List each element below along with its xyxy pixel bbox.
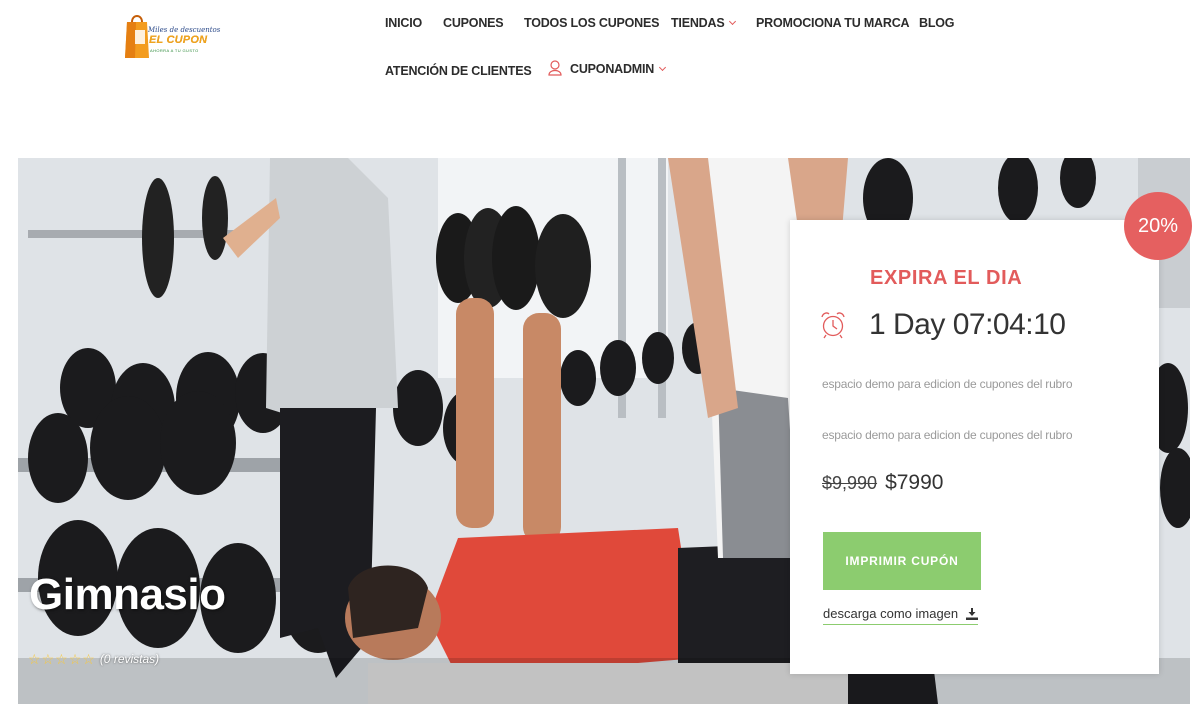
nav-item-cuponadmin-label: CUPONADMIN [570, 62, 655, 76]
nav-item-tiendas[interactable]: TIENDAS [671, 16, 737, 30]
download-link-label: descarga como imagen [823, 606, 959, 621]
download-image-link[interactable]: descarga como imagen [823, 606, 979, 625]
countdown: 1 Day 07:04:10 [820, 308, 1066, 342]
alarm-clock-icon [821, 312, 845, 339]
price: $9,990 $7990 [822, 471, 943, 495]
main-nav: INICIO CUPONES TODOS LOS CUPONES TIENDAS… [0, 0, 1198, 100]
chevron-down-icon [729, 17, 737, 26]
nav-item-atencion-de-clientes[interactable]: ATENCIÓN DE CLIENTES [385, 64, 532, 78]
star-icon[interactable]: ☆ [55, 652, 68, 666]
star-rating[interactable]: ☆ ☆ ☆ ☆ ☆ (0 revistas) [28, 652, 159, 666]
coupon-card: EXPIRA EL DIA 1 Day 07:04:10 espacio dem… [790, 220, 1159, 674]
expires-label: EXPIRA EL DIA [870, 267, 1023, 289]
print-coupon-button[interactable]: IMPRIMIR CUPÓN [823, 532, 981, 590]
nav-item-cuponadmin[interactable]: CUPONADMIN [548, 60, 667, 76]
star-icon[interactable]: ☆ [82, 652, 95, 666]
discount-badge: 20% [1124, 192, 1192, 260]
nav-item-tiendas-label: TIENDAS [671, 16, 725, 30]
nav-item-todos-los-cupones[interactable]: TODOS LOS CUPONES [524, 16, 659, 30]
coupon-description-secondary: espacio demo para edicion de cupones del… [822, 428, 1073, 442]
star-icon[interactable]: ☆ [28, 652, 41, 666]
reviews-count: (0 revistas) [99, 652, 160, 666]
download-icon [966, 607, 979, 620]
nav-item-blog[interactable]: BLOG [919, 16, 955, 30]
user-icon [548, 60, 562, 76]
new-price: $7990 [885, 471, 944, 494]
star-icon[interactable]: ☆ [69, 652, 82, 666]
nav-item-promociona-tu-marca[interactable]: PROMOCIONA TU MARCA [756, 16, 910, 30]
nav-item-inicio[interactable]: INICIO [385, 16, 422, 30]
chevron-down-icon [659, 63, 667, 72]
hero-title: Gimnasio [29, 570, 226, 619]
old-price: $9,990 [822, 473, 878, 493]
nav-item-cupones[interactable]: CUPONES [443, 16, 504, 30]
countdown-timer: 1 Day 07:04:10 [869, 308, 1066, 341]
star-icon[interactable]: ☆ [42, 652, 55, 666]
coupon-description: espacio demo para edicion de cupones del… [822, 377, 1073, 391]
